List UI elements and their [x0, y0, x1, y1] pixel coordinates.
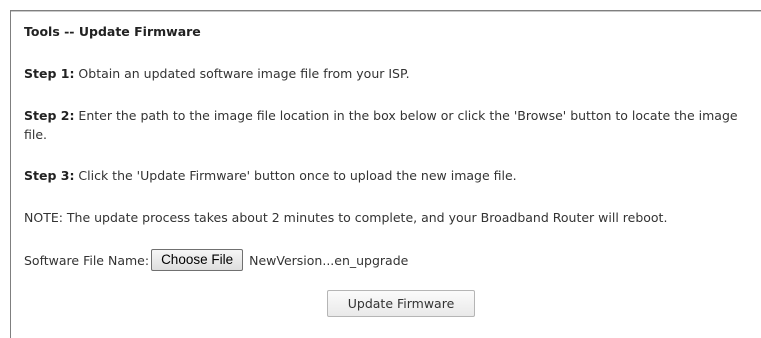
step-2-label: Step 2: [24, 108, 75, 123]
step-1: Step 1: Obtain an updated software image… [24, 64, 755, 83]
step-1-label: Step 1: [24, 66, 75, 81]
step-2-text: Enter the path to the image file locatio… [24, 108, 738, 142]
step-1-text: Obtain an updated software image file fr… [74, 66, 410, 81]
selected-file-name: NewVersion...en_upgrade [249, 252, 409, 268]
step-3-label: Step 3: [24, 168, 75, 183]
update-firmware-button[interactable]: Update Firmware [327, 290, 475, 317]
file-field-label: Software File Name: [24, 252, 150, 268]
content-frame: Tools -- Update Firmware Step 1: Obtain … [10, 10, 761, 338]
file-input-row: Software File Name: Choose File NewVersi… [24, 248, 408, 272]
note-text: NOTE: The update process takes about 2 m… [24, 210, 668, 225]
page-title: Tools -- Update Firmware [24, 24, 201, 39]
step-3-text: Click the 'Update Firmware' button once … [74, 168, 517, 183]
step-3: Step 3: Click the 'Update Firmware' butt… [24, 166, 755, 185]
choose-file-button[interactable]: Choose File [151, 249, 244, 271]
step-2: Step 2: Enter the path to the image file… [24, 106, 755, 144]
